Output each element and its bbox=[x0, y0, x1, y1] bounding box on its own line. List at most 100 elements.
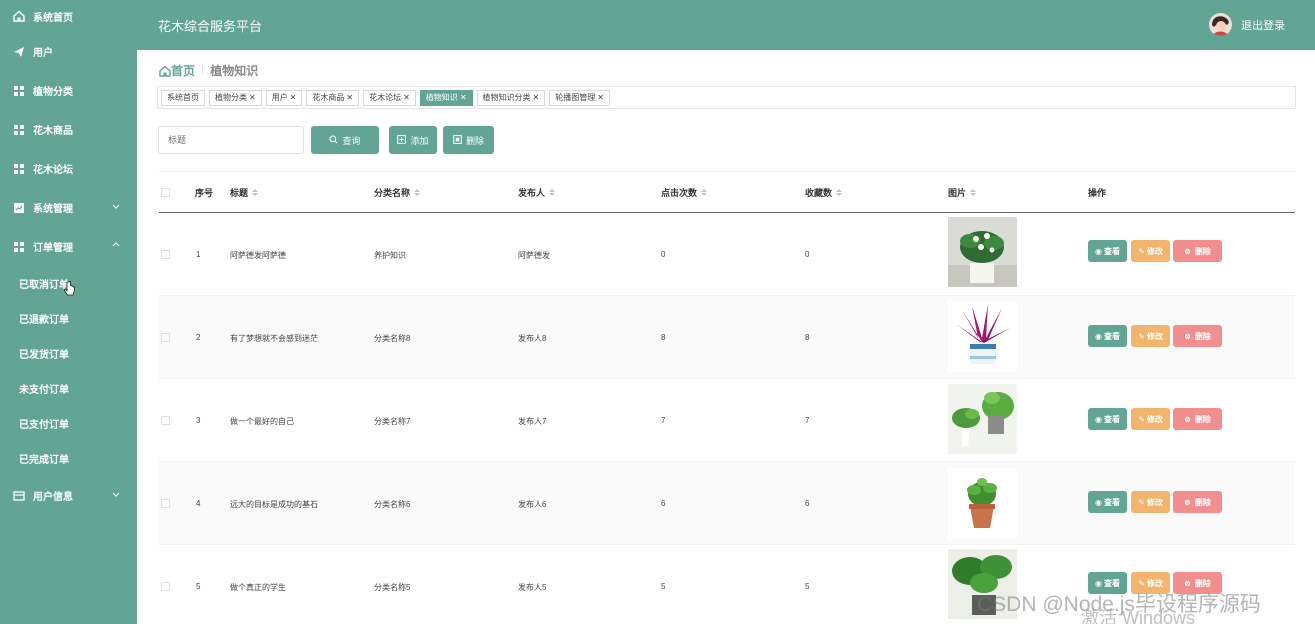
sort-icon[interactable] bbox=[836, 188, 843, 196]
tag-plant-knowledge[interactable]: 植物知识 ✕ bbox=[419, 89, 473, 106]
row-checkbox[interactable] bbox=[161, 416, 170, 425]
plant-thumbnail bbox=[948, 468, 1017, 538]
edit-button[interactable]: ✎ 修改 bbox=[1131, 491, 1170, 513]
cell-publisher: 阿萨德发 bbox=[518, 251, 550, 260]
close-icon[interactable]: ✕ bbox=[249, 93, 256, 102]
column-header-label: 收藏数 bbox=[805, 187, 833, 198]
logout-link[interactable]: 退出登录 bbox=[1241, 17, 1285, 33]
edit-button[interactable]: ✎ 修改 bbox=[1131, 325, 1170, 347]
sidebar-item-label: 订单管理 bbox=[33, 243, 73, 254]
close-icon[interactable]: ✕ bbox=[460, 93, 467, 102]
tag-plant-knowledge-category[interactable]: 植物知识分类 ✕ bbox=[476, 89, 546, 106]
sort-icon[interactable] bbox=[252, 188, 259, 196]
view-button[interactable]: ◉ 查看 bbox=[1088, 491, 1127, 513]
view-button[interactable]: ◉ 查看 bbox=[1088, 325, 1127, 347]
cell-clicks: 6 bbox=[661, 499, 666, 508]
sidebar-item-flower-goods[interactable]: 花木商品 bbox=[0, 110, 137, 149]
search-input[interactable] bbox=[158, 126, 304, 154]
chevron-up-icon bbox=[111, 240, 123, 252]
cell-publisher: 发布人8 bbox=[518, 334, 547, 343]
breadcrumb-separator: ⁝ bbox=[201, 65, 205, 76]
delete-button[interactable]: ⊗ 删除 bbox=[1173, 491, 1222, 513]
tag-system-home[interactable]: 系统首页 bbox=[161, 89, 205, 106]
sort-icon[interactable] bbox=[970, 188, 977, 196]
close-icon[interactable]: ✕ bbox=[290, 93, 297, 102]
tag-forum[interactable]: 花木论坛 ✕ bbox=[363, 89, 416, 106]
view-button[interactable]: ◉ 查看 bbox=[1088, 408, 1127, 430]
sidebar-subitem-refunded-orders[interactable]: 已退款订单 bbox=[0, 301, 137, 336]
batch-delete-button[interactable]: 删除 bbox=[443, 126, 494, 154]
cell-clicks: 8 bbox=[661, 333, 666, 342]
delete-button-label: 删除 bbox=[1194, 497, 1211, 507]
search-icon bbox=[329, 134, 338, 146]
query-button[interactable]: 查询 bbox=[311, 126, 379, 154]
tags-bar: 系统首页 植物分类 ✕ 用户 ✕ 花木商品 ✕ 花木论坛 ✕ 植物知识 ✕ 植物知识分类 ✕… bbox=[157, 86, 1296, 109]
column-header-label: 发布人 bbox=[518, 187, 546, 198]
delete-button[interactable]: ⊗ 删除 bbox=[1173, 408, 1222, 430]
breadcrumb-home[interactable]: 首页 bbox=[159, 62, 195, 79]
sidebar-item-system[interactable]: 系统管理 bbox=[0, 188, 137, 227]
sidebar-subitem-unpaid-orders[interactable]: 未支付订单 bbox=[0, 371, 137, 406]
chart-icon bbox=[13, 202, 25, 214]
edit-button[interactable]: ✎ 修改 bbox=[1131, 240, 1170, 262]
edit-icon: ✎ bbox=[1138, 497, 1145, 507]
column-header-actions: 操作 bbox=[1088, 187, 1107, 198]
cell-favorites: 7 bbox=[805, 416, 810, 425]
delete-button-label: 删除 bbox=[1194, 331, 1211, 341]
cell-index: 4 bbox=[196, 499, 201, 508]
eye-icon: ◉ bbox=[1095, 578, 1102, 588]
sidebar-item-user-info[interactable]: 用户信息 bbox=[0, 476, 137, 515]
tag-carousel[interactable]: 轮播图管理 ✕ bbox=[549, 89, 610, 106]
cell-publisher: 发布人7 bbox=[518, 417, 547, 426]
select-all-checkbox[interactable] bbox=[161, 187, 170, 197]
sort-icon[interactable] bbox=[414, 188, 421, 196]
row-checkbox[interactable] bbox=[161, 499, 170, 508]
avatar[interactable] bbox=[1209, 13, 1232, 36]
column-header-favorites[interactable]: 收藏数 bbox=[805, 186, 843, 199]
sidebar-item-home[interactable]: 系统首页 bbox=[0, 0, 137, 32]
close-icon[interactable]: ✕ bbox=[597, 93, 604, 102]
edit-button[interactable]: ✎ 修改 bbox=[1131, 408, 1170, 430]
view-button-label: 查看 bbox=[1103, 331, 1120, 341]
column-header-image[interactable]: 图片 bbox=[948, 186, 977, 199]
row-checkbox[interactable] bbox=[161, 333, 170, 342]
sidebar-subitem-paid-orders[interactable]: 已支付订单 bbox=[0, 406, 137, 441]
breadcrumb-current: 植物知识 bbox=[210, 64, 259, 78]
row-checkbox[interactable] bbox=[161, 250, 170, 259]
delete-button[interactable]: ⊗ 删除 bbox=[1173, 240, 1222, 262]
column-header-title[interactable]: 标题 bbox=[230, 186, 259, 199]
close-icon[interactable]: ✕ bbox=[533, 93, 540, 102]
close-circle-icon: ⊗ bbox=[1184, 497, 1191, 507]
sidebar-subitem-shipped-orders[interactable]: 已发货订单 bbox=[0, 336, 137, 371]
view-button[interactable]: ◉ 查看 bbox=[1088, 240, 1127, 262]
column-header-label: 标题 bbox=[230, 187, 249, 198]
row-checkbox[interactable] bbox=[161, 582, 170, 591]
sidebar-item-plant-category[interactable]: 植物分类 bbox=[0, 71, 137, 110]
sort-icon[interactable] bbox=[701, 188, 708, 196]
sidebar-item-forum[interactable]: 花木论坛 bbox=[0, 149, 137, 188]
sort-icon[interactable] bbox=[549, 188, 556, 196]
cell-title: 做一个最好的自己 bbox=[230, 417, 294, 426]
sidebar-item-orders[interactable]: 订单管理 bbox=[0, 227, 137, 266]
sidebar-item-label: 系统首页 bbox=[33, 12, 73, 24]
grid-icon bbox=[13, 241, 25, 253]
add-button[interactable]: 添加 bbox=[389, 126, 437, 154]
sidebar-item-label: 植物分类 bbox=[33, 87, 73, 98]
column-header-publisher[interactable]: 发布人 bbox=[518, 186, 556, 199]
sidebar-subitem-completed-orders[interactable]: 已完成订单 bbox=[0, 441, 137, 476]
column-header-clicks[interactable]: 点击次数 bbox=[661, 186, 708, 199]
query-button-label: 查询 bbox=[342, 135, 361, 146]
column-header-category[interactable]: 分类名称 bbox=[374, 186, 421, 199]
delete-button[interactable]: ⊗ 删除 bbox=[1173, 325, 1222, 347]
edit-button-label: 修改 bbox=[1146, 578, 1163, 588]
table-row: 3 做一个最好的自己 分类名称7 发布人7 7 7 ◉ 查看 ✎ 修改 ⊗ 删除 bbox=[159, 379, 1295, 462]
cell-favorites: 8 bbox=[805, 333, 810, 342]
tag-plant-category[interactable]: 植物分类 ✕ bbox=[209, 89, 262, 106]
tag-flower-goods[interactable]: 花木商品 ✕ bbox=[306, 89, 360, 106]
close-icon[interactable]: ✕ bbox=[403, 93, 410, 102]
close-circle-icon: ⊗ bbox=[1184, 246, 1191, 256]
close-icon[interactable]: ✕ bbox=[346, 93, 353, 102]
tag-user[interactable]: 用户 ✕ bbox=[265, 89, 303, 106]
sidebar-item-user[interactable]: 用户 bbox=[0, 32, 137, 71]
cell-index: 5 bbox=[196, 582, 201, 591]
